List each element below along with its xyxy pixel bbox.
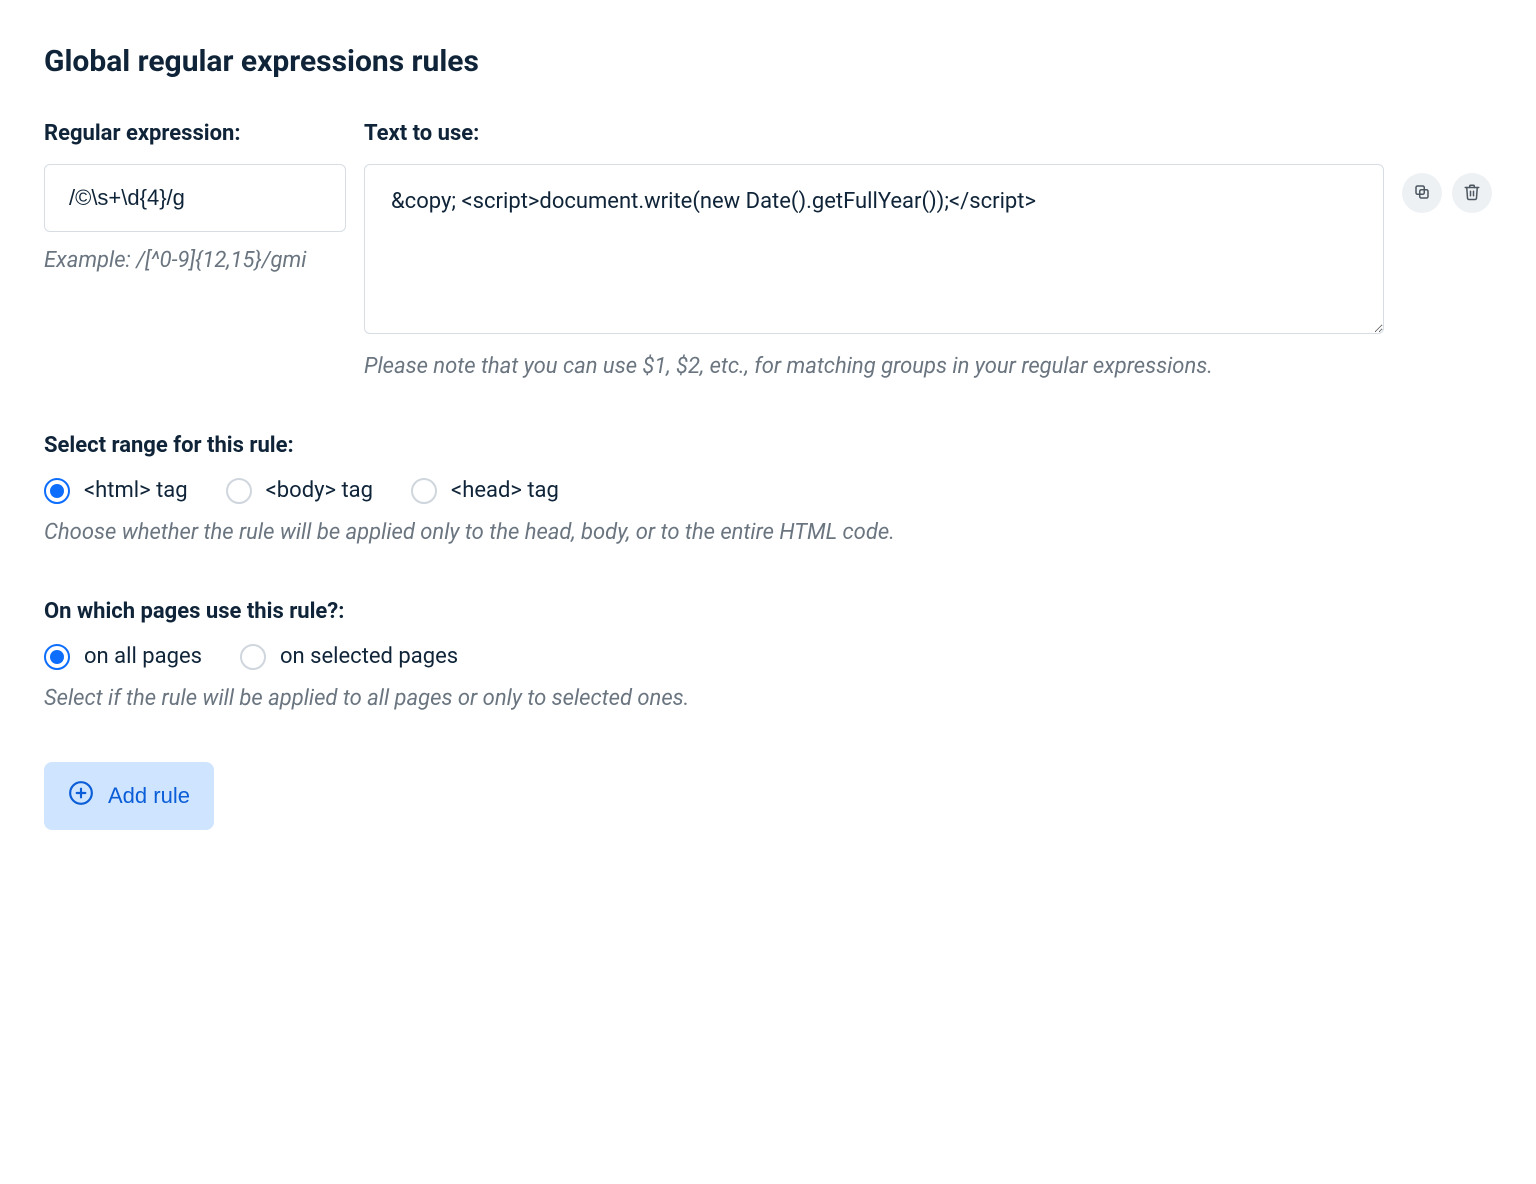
pages-option-1[interactable]: on selected pages	[240, 644, 458, 670]
radio-label: on all pages	[84, 644, 202, 669]
page-title: Global regular expressions rules	[44, 44, 1492, 79]
add-rule-label: Add rule	[108, 783, 190, 809]
radio-icon	[44, 644, 70, 670]
radio-icon	[240, 644, 266, 670]
regex-input[interactable]	[44, 164, 346, 232]
rule-actions	[1402, 121, 1492, 213]
radio-label: on selected pages	[280, 644, 458, 669]
text-to-use-textarea[interactable]	[364, 164, 1384, 334]
radio-label: <html> tag	[84, 478, 188, 503]
trash-icon	[1463, 183, 1481, 204]
radio-label: <head> tag	[451, 478, 559, 503]
pages-label: On which pages use this rule?:	[44, 599, 1492, 624]
pages-option-0[interactable]: on all pages	[44, 644, 202, 670]
radio-icon	[44, 478, 70, 504]
radio-label: <body> tag	[266, 478, 373, 503]
pages-section: On which pages use this rule?: on all pa…	[44, 599, 1492, 715]
radio-icon	[226, 478, 252, 504]
range-option-1[interactable]: <body> tag	[226, 478, 373, 504]
text-to-use-hint: Please note that you can use $1, $2, etc…	[364, 352, 1384, 383]
range-section: Select range for this rule: <html> tag <b…	[44, 433, 1492, 549]
range-radio-group: <html> tag <body> tag <head> tag	[44, 478, 1492, 504]
copy-button[interactable]	[1402, 173, 1442, 213]
range-hint: Choose whether the rule will be applied …	[44, 518, 1492, 549]
regex-hint: Example: /[^0-9]{12,15}/gmi	[44, 246, 346, 277]
text-column: Text to use: Please note that you can us…	[364, 121, 1384, 383]
range-option-2[interactable]: <head> tag	[411, 478, 559, 504]
regex-column: Regular expression: Example: /[^0-9]{12,…	[44, 121, 346, 277]
copy-icon	[1413, 183, 1431, 204]
range-label: Select range for this rule:	[44, 433, 1492, 458]
pages-radio-group: on all pages on selected pages	[44, 644, 1492, 670]
pages-hint: Select if the rule will be applied to al…	[44, 684, 1492, 715]
delete-button[interactable]	[1452, 173, 1492, 213]
add-rule-button[interactable]: Add rule	[44, 762, 214, 830]
plus-circle-icon	[68, 780, 94, 812]
radio-icon	[411, 478, 437, 504]
rule-editor-row: Regular expression: Example: /[^0-9]{12,…	[44, 121, 1492, 383]
regex-label: Regular expression:	[44, 121, 346, 146]
range-option-0[interactable]: <html> tag	[44, 478, 188, 504]
text-to-use-label: Text to use:	[364, 121, 1384, 146]
